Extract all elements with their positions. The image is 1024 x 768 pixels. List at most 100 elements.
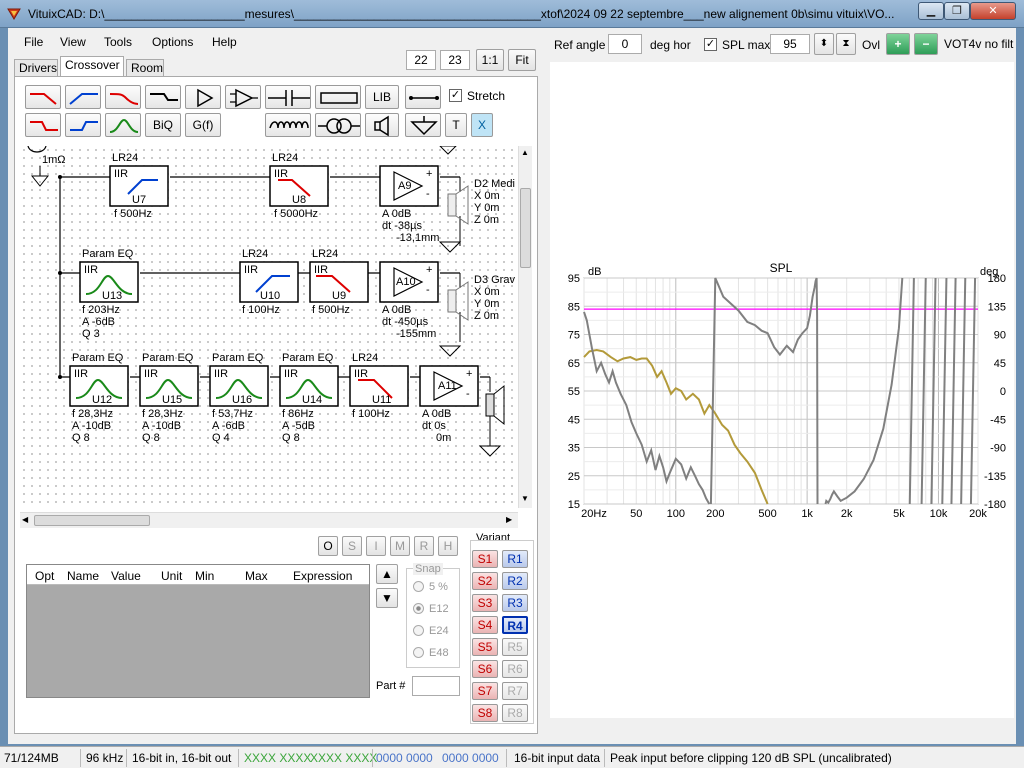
spl-fit-button[interactable]: ⧗ <box>836 33 856 55</box>
tab-room[interactable]: Room <box>126 59 164 77</box>
opt-h-button[interactable]: H <box>438 536 458 556</box>
snap-5pct-radio[interactable] <box>413 581 424 592</box>
step-tool-button[interactable] <box>145 85 181 109</box>
variant-r2-button[interactable]: R2 <box>502 572 528 590</box>
ref-angle-input[interactable]: 0 <box>608 34 642 54</box>
snap-e24-radio[interactable] <box>413 625 424 636</box>
column-name[interactable]: Name <box>67 569 99 583</box>
u11-id[interactable]: U11 <box>372 394 391 406</box>
gf-button[interactable]: G(f) <box>185 113 221 137</box>
fit-button[interactable]: Fit <box>508 49 536 71</box>
move-up-button[interactable]: ▲ <box>376 564 398 584</box>
lowpass-tool-button[interactable] <box>25 85 61 109</box>
bandpass-tool-button[interactable] <box>105 113 141 137</box>
scroll-right-icon[interactable]: ▶ <box>506 515 512 524</box>
menu-view[interactable]: View <box>60 35 86 49</box>
variant-s2-button[interactable]: S2 <box>472 572 498 590</box>
overlay-remove-button[interactable]: − <box>914 33 938 55</box>
variant-s3-button[interactable]: S3 <box>472 594 498 612</box>
snap-e12-radio[interactable] <box>413 603 424 614</box>
a10-id[interactable]: A10 <box>396 276 416 288</box>
variant-s5-button[interactable]: S5 <box>472 638 498 656</box>
opt-r-button[interactable]: R <box>414 536 434 556</box>
parameter-table[interactable]: Opt Name Value Unit Min Max Expression <box>26 564 370 698</box>
spl-max-checkbox[interactable]: ✓ <box>704 38 717 51</box>
variant-r8-button[interactable]: R8 <box>502 704 528 722</box>
scroll-left-icon[interactable]: ◀ <box>22 515 28 524</box>
variant-r4-button[interactable]: R4 <box>502 616 528 634</box>
opt-s-button[interactable]: S <box>342 536 362 556</box>
highpass-tool-button[interactable] <box>65 85 101 109</box>
variant-s7-button[interactable]: S7 <box>472 682 498 700</box>
variant-s8-button[interactable]: S8 <box>472 704 498 722</box>
lowpass-step-tool-button[interactable] <box>25 113 61 137</box>
stretch-checkbox[interactable]: ✓ <box>449 89 462 102</box>
zoom-y-field[interactable]: 23 <box>440 50 470 70</box>
column-min[interactable]: Min <box>195 569 214 583</box>
scroll-down-icon[interactable]: ▼ <box>521 494 529 503</box>
capacitor-tool-button[interactable] <box>265 85 311 109</box>
schematic-horizontal-scrollbar[interactable]: ◀ ▶ <box>20 512 518 528</box>
u14-id[interactable]: U14 <box>302 394 322 406</box>
horizontal-scroll-thumb[interactable] <box>34 515 150 526</box>
variant-r3-button[interactable]: R3 <box>502 594 528 612</box>
zoom-x-field[interactable]: 22 <box>406 50 436 70</box>
resistor-tool-button[interactable] <box>315 85 361 109</box>
variant-r1-button[interactable]: R1 <box>502 550 528 568</box>
u7-id[interactable]: U7 <box>132 194 146 206</box>
overlay-add-button[interactable]: + <box>886 33 910 55</box>
one-to-one-button[interactable]: 1:1 <box>476 49 504 71</box>
u9-id[interactable]: U9 <box>332 290 346 302</box>
amplifier-tool-button[interactable] <box>185 85 221 109</box>
a9-id[interactable]: A9 <box>398 180 411 192</box>
highpass-step-tool-button[interactable] <box>65 113 101 137</box>
opamp-tool-button[interactable] <box>225 85 261 109</box>
maximize-button[interactable]: ❐ <box>944 2 970 20</box>
delete-tool-button[interactable]: X <box>471 113 493 137</box>
variant-r5-button[interactable]: R5 <box>502 638 528 656</box>
text-tool-button[interactable]: T <box>445 113 467 137</box>
u13-id[interactable]: U13 <box>102 290 122 302</box>
wire-tool-button[interactable] <box>405 85 441 109</box>
spl-stepper-button[interactable]: ⬍ <box>814 33 834 55</box>
variant-s6-button[interactable]: S6 <box>472 660 498 678</box>
move-down-button[interactable]: ▼ <box>376 588 398 608</box>
opt-i-button[interactable]: I <box>366 536 386 556</box>
column-unit[interactable]: Unit <box>161 569 182 583</box>
tab-drivers[interactable]: Drivers <box>14 59 58 77</box>
close-button[interactable]: ✕ <box>970 2 1016 20</box>
menu-tools[interactable]: Tools <box>104 35 132 49</box>
u12-id[interactable]: U12 <box>92 394 112 406</box>
vertical-scroll-thumb[interactable] <box>520 188 531 268</box>
ground-tool-button[interactable] <box>405 113 441 137</box>
transformer-tool-button[interactable] <box>315 113 361 137</box>
variant-r7-button[interactable]: R7 <box>502 682 528 700</box>
biquad-button[interactable]: BiQ <box>145 113 181 137</box>
inductor-tool-button[interactable] <box>265 113 311 137</box>
u15-id[interactable]: U15 <box>162 394 182 406</box>
library-button[interactable]: LIB <box>365 85 399 109</box>
column-opt[interactable]: Opt <box>35 569 54 583</box>
schematic-vertical-scrollbar[interactable]: ▲ ▼ <box>518 146 532 508</box>
u10-id[interactable]: U10 <box>260 290 280 302</box>
menu-options[interactable]: Options <box>152 35 193 49</box>
a11-id[interactable]: A11 <box>438 380 457 392</box>
variant-s1-button[interactable]: S1 <box>472 550 498 568</box>
snap-e48-radio[interactable] <box>413 647 424 658</box>
minimize-button[interactable]: ▁ <box>918 2 944 20</box>
variant-r6-button[interactable]: R6 <box>502 660 528 678</box>
opt-m-button[interactable]: M <box>390 536 410 556</box>
menu-file[interactable]: File <box>24 35 43 49</box>
column-max[interactable]: Max <box>245 569 268 583</box>
column-value[interactable]: Value <box>111 569 141 583</box>
tab-crossover[interactable]: Crossover <box>60 56 124 78</box>
spl-max-input[interactable]: 95 <box>770 34 810 54</box>
overlay-preset-select[interactable]: VOT4v no filtre <box>944 34 1014 54</box>
u16-id[interactable]: U16 <box>232 394 252 406</box>
variant-s4-button[interactable]: S4 <box>472 616 498 634</box>
schematic-canvas[interactable]: 1mΩ LR24 IIR U7 f 500Hz LR24 IIR U8 f 50… <box>20 146 516 508</box>
menu-help[interactable]: Help <box>212 35 237 49</box>
u8-id[interactable]: U8 <box>292 194 306 206</box>
column-expression[interactable]: Expression <box>293 569 352 583</box>
driver-tool-button[interactable] <box>365 113 399 137</box>
